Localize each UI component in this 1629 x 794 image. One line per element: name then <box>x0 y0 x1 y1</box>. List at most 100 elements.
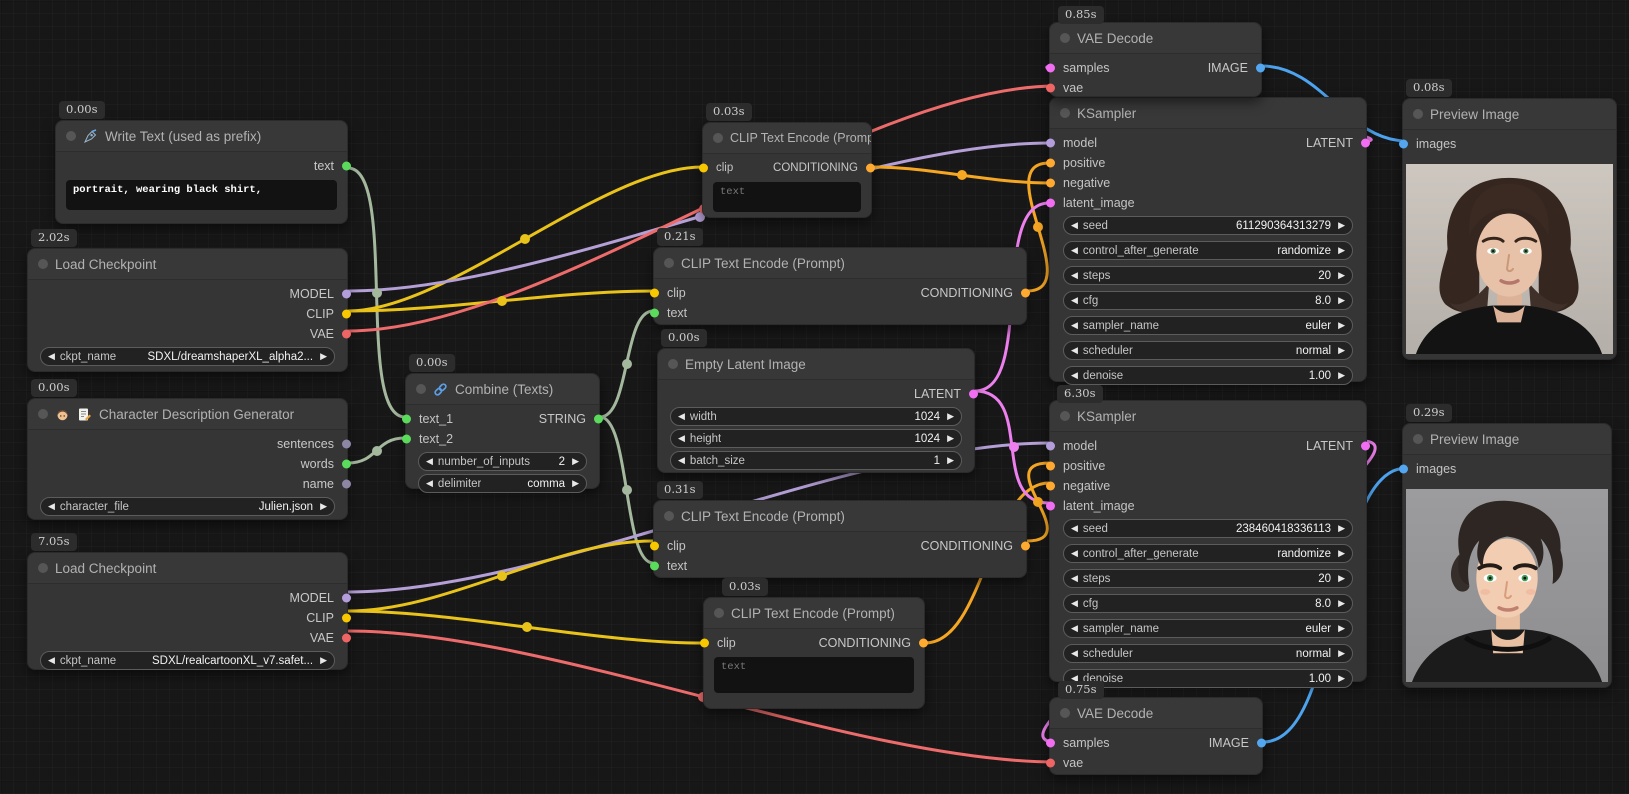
output-pin-vae[interactable] <box>342 634 351 643</box>
node-load-checkpoint-2[interactable]: 7.05s Load Checkpoint MODEL CLIP VAE ckp… <box>27 552 348 670</box>
node-title-bar[interactable]: Load Checkpoint <box>28 553 347 584</box>
decrement-arrow-icon[interactable] <box>1071 599 1078 608</box>
number-of-inputs-widget[interactable]: number_of_inputs 2 <box>418 452 587 471</box>
node-graph-canvas[interactable]: 0.00s Write Text (used as prefix) text p… <box>0 0 1629 794</box>
decrement-arrow-icon[interactable] <box>1071 574 1078 583</box>
node-empty-latent-image[interactable]: 0.00s Empty Latent Image LATENT width 10… <box>657 348 975 473</box>
collapse-dot-icon[interactable] <box>416 384 426 394</box>
increment-arrow-icon[interactable] <box>1338 371 1345 380</box>
input-pin-clip[interactable] <box>650 542 659 551</box>
node-ksampler-1[interactable]: KSampler model LATENT positive negative … <box>1049 97 1367 382</box>
node-title-bar[interactable]: Load Checkpoint <box>28 249 347 280</box>
collapse-dot-icon[interactable] <box>1413 434 1423 444</box>
increment-arrow-icon[interactable] <box>572 479 579 488</box>
decrement-arrow-icon[interactable] <box>1071 321 1078 330</box>
decrement-arrow-icon[interactable] <box>678 434 685 443</box>
input-pin-vae[interactable] <box>1046 759 1055 768</box>
node-title-bar[interactable]: CLIP Text Encode (Prompt) <box>703 123 871 154</box>
output-pin-text[interactable] <box>342 162 351 171</box>
decrement-arrow-icon[interactable] <box>1071 371 1078 380</box>
node-preview-image-2[interactable]: 0.29s Preview Image images <box>1402 423 1612 688</box>
seed-widget[interactable]: seed611290364313279 <box>1063 216 1353 235</box>
input-pin-positive[interactable] <box>1046 462 1055 471</box>
decrement-arrow-icon[interactable] <box>48 502 55 511</box>
scheduler-widget[interactable]: schedulernormal <box>1063 644 1353 663</box>
prompt-text-area[interactable]: text <box>713 182 861 212</box>
output-pin-vae[interactable] <box>342 330 351 339</box>
collapse-dot-icon[interactable] <box>38 563 48 573</box>
output-pin-words[interactable] <box>342 460 351 469</box>
delimiter-widget[interactable]: delimiter comma <box>418 474 587 493</box>
decrement-arrow-icon[interactable] <box>1071 624 1078 633</box>
node-load-checkpoint-1[interactable]: 2.02s Load Checkpoint MODEL CLIP VAE ckp… <box>27 248 348 372</box>
decrement-arrow-icon[interactable] <box>678 412 685 421</box>
sampler-name-widget[interactable]: sampler_nameeuler <box>1063 619 1353 638</box>
decrement-arrow-icon[interactable] <box>1071 296 1078 305</box>
steps-widget[interactable]: steps20 <box>1063 266 1353 285</box>
increment-arrow-icon[interactable] <box>947 434 954 443</box>
increment-arrow-icon[interactable] <box>1338 599 1345 608</box>
collapse-dot-icon[interactable] <box>668 359 678 369</box>
output-pin-conditioning[interactable] <box>866 164 875 173</box>
collapse-dot-icon[interactable] <box>664 511 674 521</box>
node-vae-decode-1[interactable]: 0.85s VAE Decode samples IMAGE vae <box>1049 22 1262 97</box>
increment-arrow-icon[interactable] <box>1338 574 1345 583</box>
node-character-description-generator[interactable]: 0.00s Character Description Generator se… <box>27 398 348 520</box>
input-pin-text[interactable] <box>650 562 659 571</box>
decrement-arrow-icon[interactable] <box>48 352 55 361</box>
increment-arrow-icon[interactable] <box>1338 674 1345 683</box>
increment-arrow-icon[interactable] <box>1338 321 1345 330</box>
collapse-dot-icon[interactable] <box>714 608 724 618</box>
increment-arrow-icon[interactable] <box>1338 649 1345 658</box>
node-preview-image-1[interactable]: 0.08s Preview Image images <box>1402 98 1617 360</box>
increment-arrow-icon[interactable] <box>320 502 327 511</box>
node-combine-texts[interactable]: 0.00s Combine (Texts) text_1 STRING text… <box>405 373 600 489</box>
control-after-generate-widget[interactable]: control_after_generaterandomize <box>1063 241 1353 260</box>
input-pin-images[interactable] <box>1399 140 1408 149</box>
node-clip-text-encode-4[interactable]: 0.03s CLIP Text Encode (Prompt) clip CON… <box>703 597 925 709</box>
input-pin-latent-image[interactable] <box>1046 502 1055 511</box>
decrement-arrow-icon[interactable] <box>1071 271 1078 280</box>
increment-arrow-icon[interactable] <box>1338 221 1345 230</box>
control-after-generate-widget[interactable]: control_after_generaterandomize <box>1063 544 1353 563</box>
input-pin-clip[interactable] <box>650 289 659 298</box>
input-pin-clip[interactable] <box>700 639 709 648</box>
input-pin-model[interactable] <box>1046 442 1055 451</box>
ckpt-name-widget[interactable]: ckpt_name SDXL/realcartoonXL_v7.safet... <box>40 651 335 670</box>
cfg-widget[interactable]: cfg8.0 <box>1063 594 1353 613</box>
decrement-arrow-icon[interactable] <box>1071 346 1078 355</box>
increment-arrow-icon[interactable] <box>1338 246 1345 255</box>
increment-arrow-icon[interactable] <box>572 457 579 466</box>
input-pin-positive[interactable] <box>1046 159 1055 168</box>
node-title-bar[interactable]: Combine (Texts) <box>406 374 599 405</box>
output-pin-image[interactable] <box>1257 739 1266 748</box>
node-title-bar[interactable]: Write Text (used as prefix) <box>56 121 347 152</box>
collapse-dot-icon[interactable] <box>66 131 76 141</box>
denoise-widget[interactable]: denoise1.00 <box>1063 669 1353 688</box>
node-title-bar[interactable]: CLIP Text Encode (Prompt) <box>654 501 1026 532</box>
width-widget[interactable]: width 1024 <box>670 407 962 426</box>
output-pin-conditioning[interactable] <box>919 639 928 648</box>
increment-arrow-icon[interactable] <box>947 412 954 421</box>
input-pin-model[interactable] <box>1046 139 1055 148</box>
sampler-name-widget[interactable]: sampler_nameeuler <box>1063 316 1353 335</box>
output-pin-name[interactable] <box>342 480 351 489</box>
seed-widget[interactable]: seed238460418336113 <box>1063 519 1353 538</box>
input-pin-negative[interactable] <box>1046 482 1055 491</box>
increment-arrow-icon[interactable] <box>1338 271 1345 280</box>
decrement-arrow-icon[interactable] <box>1071 649 1078 658</box>
text-input-area[interactable]: portrait, wearing black shirt, <box>66 180 337 210</box>
increment-arrow-icon[interactable] <box>947 456 954 465</box>
decrement-arrow-icon[interactable] <box>1071 524 1078 533</box>
node-title-bar[interactable]: Preview Image <box>1403 424 1611 455</box>
collapse-dot-icon[interactable] <box>713 133 723 143</box>
output-pin-conditioning[interactable] <box>1021 289 1030 298</box>
increment-arrow-icon[interactable] <box>320 352 327 361</box>
collapse-dot-icon[interactable] <box>38 259 48 269</box>
prompt-text-area[interactable]: text <box>714 657 914 693</box>
cfg-widget[interactable]: cfg8.0 <box>1063 291 1353 310</box>
increment-arrow-icon[interactable] <box>1338 549 1345 558</box>
node-clip-text-encode-1[interactable]: 0.03s CLIP Text Encode (Prompt) clip CON… <box>702 122 872 218</box>
decrement-arrow-icon[interactable] <box>426 457 433 466</box>
character-file-widget[interactable]: character_file Julien.json <box>40 497 335 516</box>
